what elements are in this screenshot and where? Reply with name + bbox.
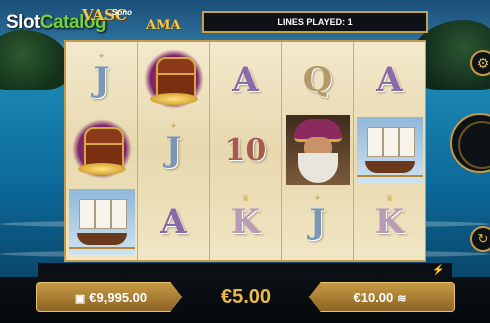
island-foliage bbox=[0, 30, 70, 90]
symbol-cell: Q bbox=[282, 44, 353, 116]
win-display: €10.00 ≋ bbox=[309, 282, 455, 312]
symbol-k: K bbox=[230, 202, 261, 242]
symbol-j: J bbox=[309, 202, 326, 242]
wallet-icon: ▣ bbox=[74, 293, 86, 305]
settings-button[interactable]: ⚙ bbox=[470, 50, 490, 76]
symbol-a: A bbox=[376, 60, 403, 100]
symbol-cell: ♛ K bbox=[354, 186, 425, 258]
crown-icon: ✦ bbox=[169, 121, 178, 131]
status-bar bbox=[38, 263, 452, 277]
ship-icon bbox=[68, 189, 135, 255]
symbol-cell: ✦ J bbox=[66, 44, 137, 116]
symbol-j: J bbox=[93, 60, 110, 100]
autoplay-button[interactable]: ↻ bbox=[470, 226, 490, 252]
symbol-cell bbox=[66, 186, 137, 258]
crown-icon: ✦ bbox=[97, 51, 106, 61]
symbol-cell bbox=[282, 114, 353, 186]
game-logo-text-3: AMA bbox=[146, 18, 181, 33]
lines-played-bar: LINES PLAYED: 1 bbox=[202, 11, 428, 33]
balance-display: ▣ €9,995.00 bbox=[36, 282, 182, 312]
symbol-cell: ✦ J bbox=[138, 114, 209, 186]
symbol-cell: A bbox=[210, 44, 281, 116]
watermark-part-1: Slot bbox=[6, 12, 40, 33]
reel-3: A 10 ♛ K bbox=[210, 42, 282, 260]
symbol-cell: 10 bbox=[210, 114, 281, 186]
crown-icon: ♛ bbox=[241, 193, 250, 203]
game-logo-text-2: Sono bbox=[112, 8, 132, 17]
lightning-icon[interactable]: ⚡ bbox=[432, 265, 444, 276]
treasure-chest-icon bbox=[143, 49, 204, 111]
reel-2: ✦ J A bbox=[138, 42, 210, 260]
symbol-cell: A bbox=[138, 186, 209, 258]
symbol-q: Q bbox=[302, 60, 333, 100]
symbol-cell: A bbox=[354, 44, 425, 116]
spin-icon bbox=[458, 121, 490, 169]
reel-5: A ♛ K bbox=[354, 42, 425, 260]
win-value: €10.00 bbox=[353, 290, 394, 305]
coin-stack-icon: ≋ bbox=[397, 293, 407, 305]
reel-1: ✦ J bbox=[66, 42, 138, 260]
symbol-j: J bbox=[165, 130, 182, 170]
symbol-cell: ♛ K bbox=[210, 186, 281, 258]
symbol-cell bbox=[138, 44, 209, 116]
reel-4: Q ✦ J bbox=[282, 42, 354, 260]
autoplay-icon: ↻ bbox=[477, 231, 489, 246]
gear-icon: ⚙ bbox=[476, 55, 490, 71]
crown-icon: ♛ bbox=[385, 193, 394, 203]
bet-amount[interactable]: €5.00 bbox=[200, 284, 292, 310]
symbol-10: 10 bbox=[224, 132, 267, 168]
symbol-cell bbox=[354, 114, 425, 186]
symbol-a: A bbox=[232, 60, 259, 100]
symbol-cell bbox=[66, 114, 137, 186]
game-logo: VASC Sono AMA bbox=[82, 4, 192, 38]
symbol-cell: ✦ J bbox=[282, 186, 353, 258]
reel-grid: ✦ J ✦ J A A 10 ♛ K Q ✦ J A ♛ K bbox=[64, 40, 426, 262]
symbol-k: K bbox=[374, 202, 405, 242]
treasure-chest-icon bbox=[71, 119, 132, 181]
ship-icon bbox=[356, 117, 423, 183]
explorer-captain-icon bbox=[285, 115, 350, 185]
symbol-a: A bbox=[160, 202, 187, 242]
crown-icon: ✦ bbox=[313, 193, 322, 203]
balance-value: €9,995.00 bbox=[89, 290, 148, 305]
